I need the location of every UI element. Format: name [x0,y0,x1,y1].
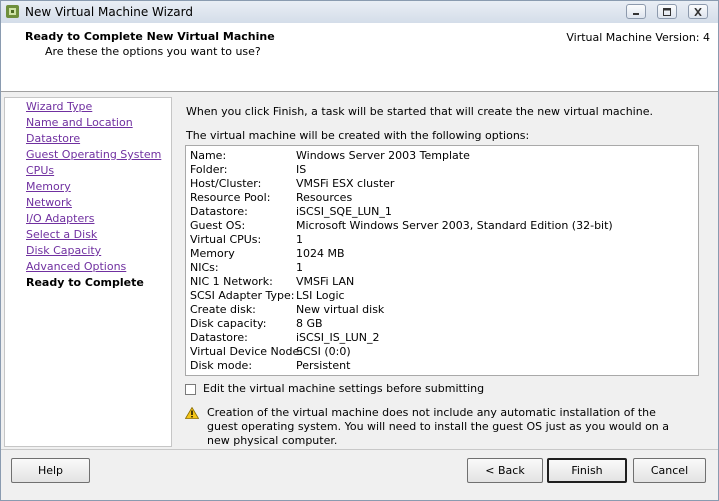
summary-key: Virtual CPUs: [190,233,262,246]
summary-value: New virtual disk [296,303,385,316]
summary-value: 1 [296,233,303,246]
nav-step-datastore[interactable]: Datastore [26,132,80,145]
summary-key: SCSI Adapter Type: [190,289,295,302]
nav-step-memory[interactable]: Memory [26,180,71,193]
back-button[interactable]: < Back [467,458,543,483]
edit-settings-label[interactable]: Edit the virtual machine settings before… [203,382,484,395]
summary-value: Persistent [296,359,351,372]
nav-step-disk-capacity[interactable]: Disk Capacity [26,244,101,257]
summary-value: Microsoft Windows Server 2003, Standard … [296,219,613,232]
edit-settings-checkbox[interactable] [185,384,196,395]
wizard-step-nav: Wizard Type Name and Location Datastore … [4,97,172,447]
summary-key: Disk capacity: [190,317,267,330]
summary-value: VMSFi ESX cluster [296,177,395,190]
maximize-icon [658,5,676,18]
page-title: Ready to Complete New Virtual Machine [25,30,275,43]
maximize-button[interactable] [657,4,677,19]
summary-value: iSCSI_IS_LUN_2 [296,331,380,344]
summary-value: 1024 MB [296,247,345,260]
summary-key: Datastore: [190,205,248,218]
intro-text: When you click Finish, a task will be st… [186,105,653,118]
nav-step-wizard-type[interactable]: Wizard Type [26,100,92,113]
summary-value: 1 [296,261,303,274]
summary-key: NICs: [190,261,219,274]
summary-key: Datastore: [190,331,248,344]
nav-step-name-and-location[interactable]: Name and Location [26,116,133,129]
summary-value: iSCSI_SQE_LUN_1 [296,205,392,218]
summary-key: Create disk: [190,303,256,316]
summary-key: Name: [190,149,227,162]
summary-key: Host/Cluster: [190,177,262,190]
summary-value: Resources [296,191,353,204]
summary-key: NIC 1 Network: [190,275,273,288]
minimize-button[interactable] [626,4,646,19]
summary-value: VMSFi LAN [296,275,355,288]
nav-step-select-disk[interactable]: Select a Disk [26,228,97,241]
wizard-window: New Virtual Machine Wizard Ready to Comp… [0,0,719,501]
summary-value: IS [296,163,307,176]
help-button[interactable]: Help [11,458,90,483]
options-label: The virtual machine will be created with… [186,129,530,142]
cancel-button[interactable]: Cancel [633,458,706,483]
nav-step-ready-to-complete: Ready to Complete [26,276,144,289]
summary-value: 8 GB [296,317,323,330]
nav-step-advanced-options[interactable]: Advanced Options [26,260,126,273]
wizard-header: Ready to Complete New Virtual Machine Ar… [1,23,718,92]
nav-step-io-adapters[interactable]: I/O Adapters [26,212,94,225]
finish-button[interactable]: Finish [547,458,627,483]
wizard-content: When you click Finish, a task will be st… [173,97,717,447]
vm-app-icon [6,5,19,18]
summary-key: Memory [190,247,235,260]
minimize-icon [627,5,645,18]
window-title: New Virtual Machine Wizard [25,5,193,19]
nav-step-network[interactable]: Network [26,196,72,209]
nav-step-guest-os[interactable]: Guest Operating System [26,148,161,161]
warning-text: Creation of the virtual machine does not… [207,406,670,447]
summary-key: Virtual Device Node: [190,345,303,358]
nav-step-cpus[interactable]: CPUs [26,164,54,177]
title-bar[interactable]: New Virtual Machine Wizard [1,1,718,24]
summary-value: LSI Logic [296,289,345,302]
summary-value: Windows Server 2003 Template [296,149,470,162]
summary-value: SCSI (0:0) [296,345,351,358]
vm-version-label: Virtual Machine Version: 4 [566,31,710,44]
close-button[interactable] [688,4,708,19]
summary-key: Guest OS: [190,219,246,232]
summary-key: Resource Pool: [190,191,271,204]
close-icon [689,5,707,18]
summary-key: Disk mode: [190,359,253,372]
page-subtitle: Are these the options you want to use? [45,45,261,58]
footer-divider [1,449,718,450]
summary-list: Name: Windows Server 2003 Template Folder… [185,145,699,376]
summary-key: Folder: [190,163,228,176]
warning-icon [185,407,199,419]
